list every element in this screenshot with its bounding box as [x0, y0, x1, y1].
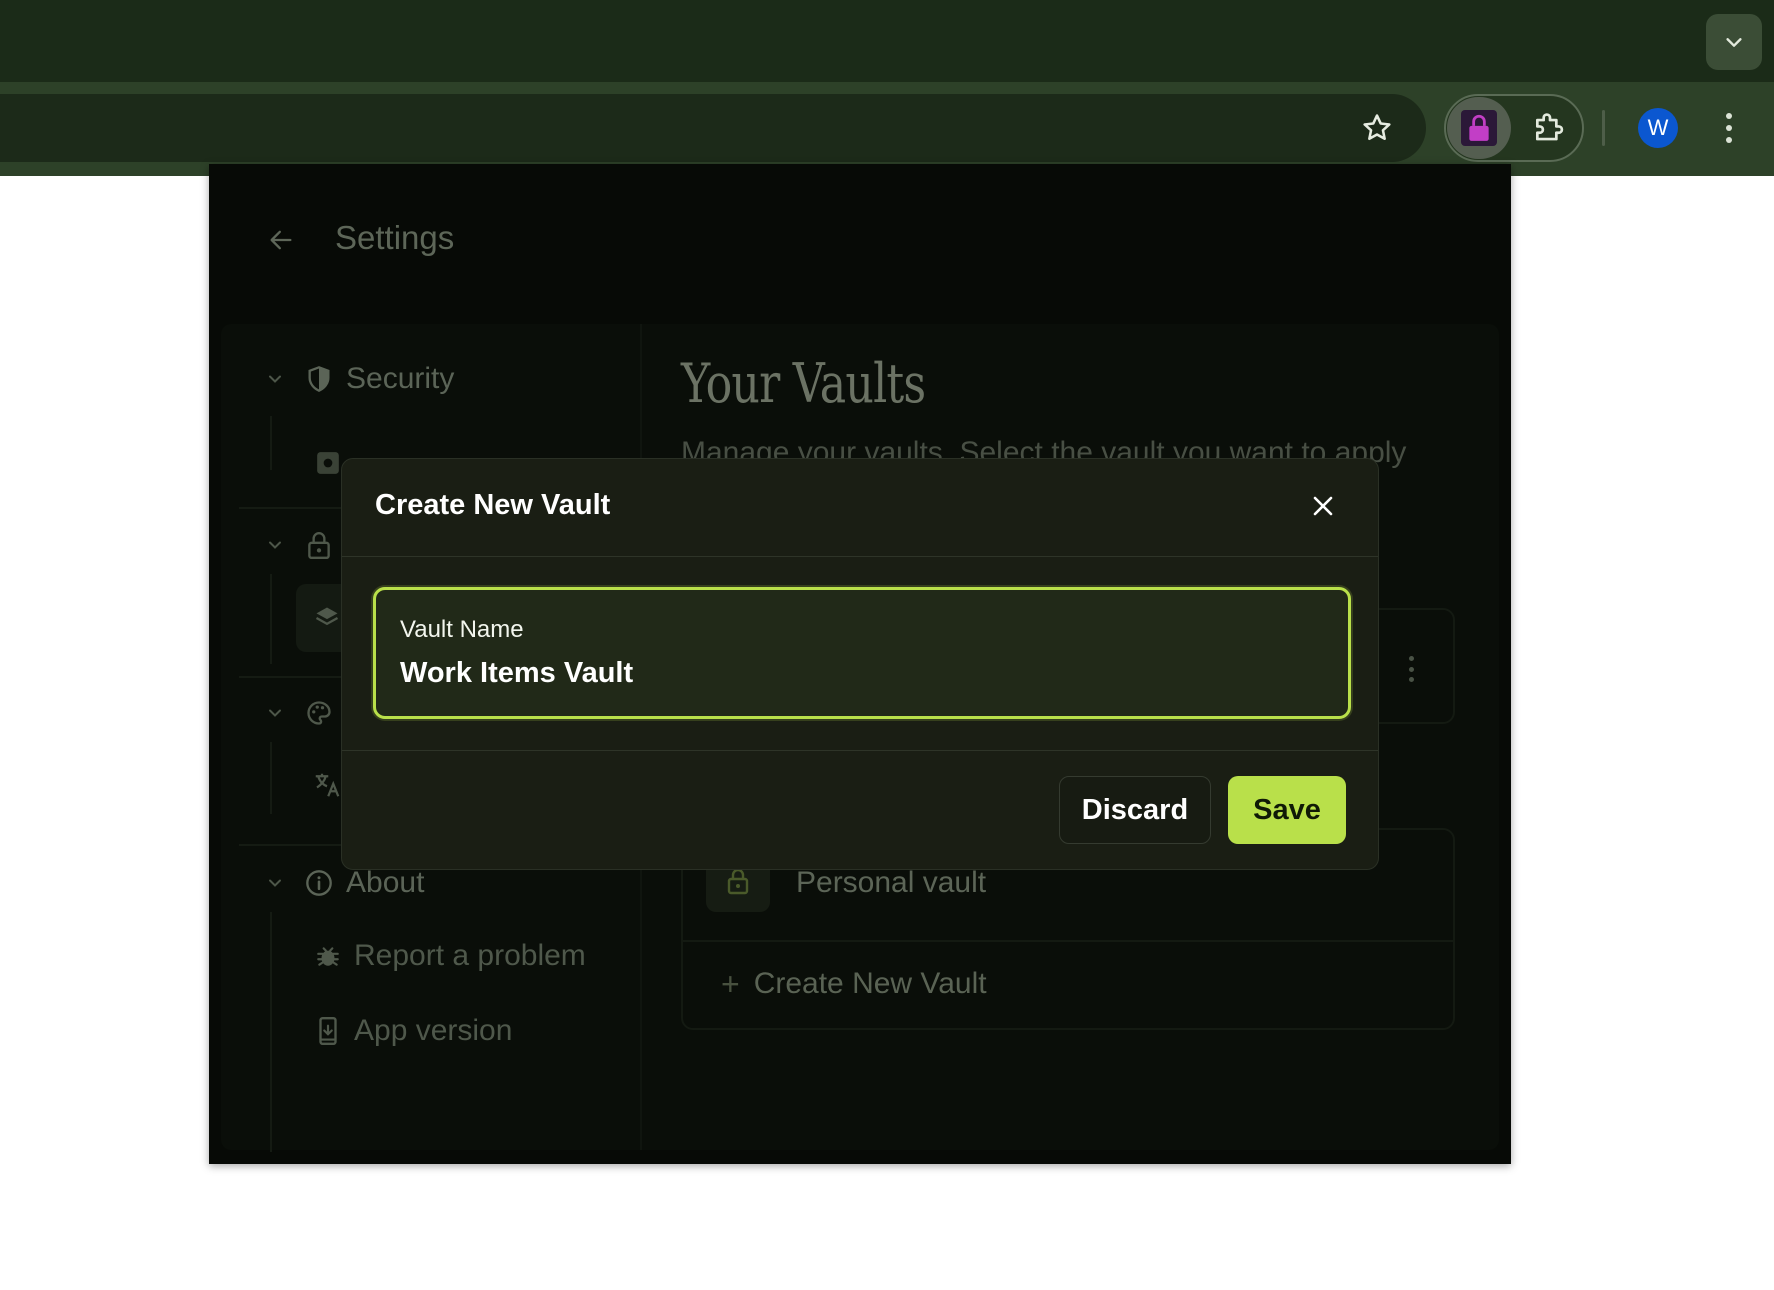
tab-search-button[interactable]	[1706, 14, 1762, 70]
modal-divider	[342, 750, 1378, 751]
bug-icon	[313, 941, 343, 971]
plus-icon: +	[721, 966, 740, 1002]
browser-tab-strip	[0, 0, 1774, 82]
vault-name-label: Vault Name	[400, 616, 524, 643]
tree-line	[270, 912, 272, 1152]
chevron-down-icon	[264, 534, 286, 556]
sidebar-section-label: About	[346, 866, 425, 899]
lock-icon	[1469, 114, 1489, 141]
translate-icon	[312, 770, 342, 800]
vaults-heading: Your Vaults	[681, 352, 926, 415]
tree-line	[270, 742, 272, 814]
chevron-down-icon	[264, 872, 286, 894]
vault-options-button[interactable]	[1404, 656, 1418, 682]
sidebar-section-appearance[interactable]	[264, 698, 334, 728]
sidebar-item-label: App version	[354, 1014, 513, 1047]
phone-download-icon	[313, 1016, 343, 1046]
sidebar-section-lock[interactable]	[264, 530, 334, 560]
vault-extension-button[interactable]	[1447, 97, 1511, 159]
bookmark-star-button[interactable]	[1357, 108, 1397, 148]
chevron-down-icon	[1726, 38, 1742, 47]
info-icon	[304, 868, 334, 898]
modal-divider	[342, 556, 1378, 557]
sidebar-item-label: Report a problem	[354, 939, 586, 972]
sidebar-section-security[interactable]: Security	[264, 362, 454, 396]
tree-line	[270, 416, 272, 470]
star-icon	[1363, 114, 1391, 141]
modal-title: Create New Vault	[375, 489, 611, 521]
create-vault-link[interactable]: + Create New Vault	[721, 967, 987, 1001]
address-bar[interactable]	[0, 94, 1426, 162]
close-button[interactable]	[1306, 489, 1340, 523]
lock-icon	[304, 530, 334, 560]
palette-icon	[304, 698, 334, 728]
vault-list-divider	[683, 940, 1453, 942]
shield-icon	[304, 364, 334, 394]
layers-icon	[315, 607, 339, 626]
vault-name-field[interactable]: Vault Name	[373, 587, 1351, 719]
sidebar-section-label: Security	[346, 362, 455, 395]
chevron-down-icon	[264, 702, 286, 724]
sidebar-section-about[interactable]: About	[264, 866, 424, 900]
close-icon	[1313, 496, 1333, 516]
toolbar-divider	[1602, 110, 1605, 146]
create-vault-modal: Create New Vault Vault Name Discard Save	[341, 458, 1379, 870]
sidebar-item-report-problem[interactable]: Report a problem	[313, 939, 586, 973]
discard-button[interactable]: Discard	[1059, 776, 1211, 844]
page-title: Settings	[335, 219, 455, 256]
chevron-down-icon	[264, 368, 286, 390]
extension-badge	[1461, 110, 1497, 146]
arrow-left-icon	[270, 230, 292, 250]
vault-list-item-personal[interactable]: Personal vault	[796, 866, 986, 900]
tree-line	[270, 574, 272, 664]
create-vault-label: Create New Vault	[753, 967, 987, 1000]
browser-menu-button[interactable]	[1712, 108, 1746, 148]
settings-gear-icon	[313, 448, 343, 478]
puzzle-icon	[1535, 113, 1564, 141]
sidebar-item-app-version[interactable]: App version	[313, 1014, 512, 1048]
extensions-button[interactable]	[1528, 106, 1572, 150]
back-button[interactable]	[263, 222, 299, 258]
vault-name-input[interactable]	[398, 652, 1318, 694]
save-button[interactable]: Save	[1228, 776, 1346, 844]
profile-avatar[interactable]: W	[1638, 108, 1678, 148]
